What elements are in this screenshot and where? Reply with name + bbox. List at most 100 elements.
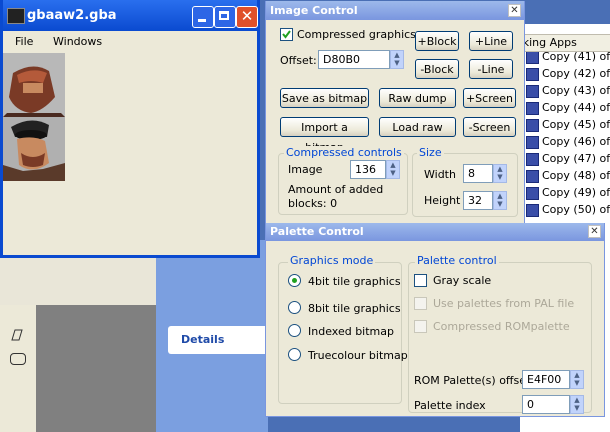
compressed-rom-palette-checkbox[interactable] bbox=[414, 320, 427, 333]
file-icon bbox=[526, 118, 539, 132]
file-list-item[interactable]: Copy (41) of g bbox=[526, 50, 610, 66]
added-blocks-count: blocks: 0 bbox=[288, 197, 338, 210]
file-list-item[interactable]: Copy (45) of g bbox=[526, 118, 610, 134]
palette-index-input[interactable]: 0 bbox=[522, 395, 570, 414]
close-icon: ✕ bbox=[590, 226, 599, 237]
option-8bit-tile-label: 8bit tile graphics bbox=[308, 302, 401, 315]
file-icon bbox=[526, 169, 539, 183]
file-icon bbox=[526, 203, 539, 217]
rom-offset-input[interactable]: E4F00 bbox=[522, 370, 570, 389]
down-arrow-icon: ▼ bbox=[497, 200, 503, 208]
width-input[interactable]: 8 bbox=[463, 164, 493, 183]
sprite-preview[interactable] bbox=[3, 53, 65, 181]
save-as-bitmap-button[interactable]: Save as bitmap bbox=[280, 88, 369, 108]
close-button[interactable]: ✕ bbox=[236, 6, 258, 28]
up-arrow-icon: ▲ bbox=[574, 396, 580, 404]
file-name: Copy (48) of g bbox=[542, 169, 610, 182]
image-control-title: Image Control bbox=[270, 4, 358, 17]
plus-screen-button[interactable]: +Screen bbox=[463, 88, 516, 108]
height-input[interactable]: 32 bbox=[463, 191, 493, 210]
palette-control-close-button[interactable]: ✕ bbox=[588, 225, 601, 238]
file-icon bbox=[526, 50, 539, 64]
width-label: Width bbox=[424, 168, 456, 181]
palette-control-titlebar[interactable]: Palette Control ✕ bbox=[266, 223, 604, 241]
gray-scale-label: Gray scale bbox=[433, 274, 492, 287]
minus-screen-button[interactable]: -Screen bbox=[463, 117, 516, 137]
file-name: Copy (50) of g bbox=[542, 203, 610, 216]
gray-scale-checkbox[interactable] bbox=[414, 274, 427, 287]
maximize-icon bbox=[219, 11, 229, 20]
radio-4bit-tile[interactable] bbox=[288, 274, 301, 287]
maximize-button[interactable] bbox=[214, 6, 236, 28]
use-pal-file-label: Use palettes from PAL file bbox=[433, 297, 575, 310]
offset-label: Offset: bbox=[280, 54, 317, 67]
option-indexed-bitmap-label: Indexed bitmap bbox=[308, 325, 394, 338]
image-control-titlebar[interactable]: Image Control ✕ bbox=[266, 1, 524, 20]
offset-input[interactable]: D80B0 bbox=[318, 50, 390, 69]
compressed-graphics-checkbox[interactable] bbox=[280, 28, 293, 41]
down-arrow-icon: ▼ bbox=[394, 59, 400, 67]
up-arrow-icon: ▲ bbox=[497, 165, 503, 173]
minus-line-button[interactable]: -Line bbox=[469, 59, 513, 79]
minimize-icon bbox=[198, 19, 206, 22]
file-icon bbox=[526, 135, 539, 149]
up-arrow-icon: ▲ bbox=[394, 51, 400, 59]
file-list-item[interactable]: Copy (42) of g bbox=[526, 67, 610, 83]
file-list-item[interactable]: Copy (48) of g bbox=[526, 169, 610, 185]
radio-indexed-bitmap[interactable] bbox=[288, 324, 301, 337]
menu-windows[interactable]: Windows bbox=[53, 35, 102, 48]
plus-line-button[interactable]: +Line bbox=[469, 31, 513, 51]
sprite-image bbox=[3, 53, 65, 181]
image-spinner[interactable]: ▲ ▼ bbox=[386, 160, 400, 179]
details-panel-header[interactable]: Details bbox=[168, 326, 268, 354]
radio-truecolour-bitmap[interactable] bbox=[288, 348, 301, 361]
rounded-rect-tool-icon[interactable] bbox=[10, 353, 26, 365]
file-list-item[interactable]: Copy (43) of g bbox=[526, 84, 610, 100]
up-arrow-icon: ▲ bbox=[497, 192, 503, 200]
parallelogram-tool-icon[interactable] bbox=[11, 329, 23, 341]
image-control-close-button[interactable]: ✕ bbox=[508, 4, 521, 17]
file-icon bbox=[526, 152, 539, 166]
option-truecolour-bitmap-label: Truecolour bitmap bbox=[308, 349, 408, 362]
menu-file[interactable]: File bbox=[15, 35, 33, 48]
plus-block-button[interactable]: +Block bbox=[415, 31, 459, 51]
load-raw-button[interactable]: Load raw bbox=[379, 117, 456, 137]
compressed-rom-palette-label: Compressed ROMpalette bbox=[433, 320, 570, 333]
gba-window-titlebar[interactable]: gbaaw2.gba ✕ bbox=[3, 0, 258, 31]
image-label: Image bbox=[288, 163, 323, 176]
file-icon bbox=[526, 84, 539, 98]
graphics-mode-title: Graphics mode bbox=[288, 254, 376, 267]
rom-offset-spinner[interactable]: ▲ ▼ bbox=[570, 370, 584, 389]
palette-index-spinner[interactable]: ▲ ▼ bbox=[570, 395, 584, 414]
file-list-item[interactable]: Copy (46) of g bbox=[526, 135, 610, 151]
file-name: Copy (44) of g bbox=[542, 101, 610, 114]
file-list-item[interactable]: Copy (47) of g bbox=[526, 152, 610, 168]
down-arrow-icon: ▼ bbox=[574, 404, 580, 412]
file-name: Copy (49) of g bbox=[542, 186, 610, 199]
height-spinner[interactable]: ▲ ▼ bbox=[493, 191, 507, 210]
image-input[interactable]: 136 bbox=[350, 160, 386, 179]
file-name: Copy (42) of g bbox=[542, 67, 610, 80]
minimize-button[interactable] bbox=[192, 6, 214, 28]
offset-spinner[interactable]: ▲ ▼ bbox=[390, 50, 404, 69]
palette-index-label: Palette index bbox=[414, 399, 486, 412]
close-icon: ✕ bbox=[510, 5, 519, 16]
raw-dump-button[interactable]: Raw dump bbox=[379, 88, 456, 108]
file-name: Copy (43) of g bbox=[542, 84, 610, 97]
use-pal-file-checkbox[interactable] bbox=[414, 297, 427, 310]
import-bitmap-button[interactable]: Import a bitmap bbox=[280, 117, 369, 154]
close-icon: ✕ bbox=[240, 7, 254, 25]
file-list-item[interactable]: Copy (49) of g bbox=[526, 186, 610, 202]
file-list-item[interactable]: Copy (44) of g bbox=[526, 101, 610, 117]
file-list-item[interactable]: Copy (50) of g bbox=[526, 203, 610, 219]
width-spinner[interactable]: ▲ ▼ bbox=[493, 164, 507, 183]
down-arrow-icon: ▼ bbox=[497, 173, 503, 181]
height-label: Height bbox=[424, 194, 461, 207]
file-name: Copy (45) of g bbox=[542, 118, 610, 131]
file-icon bbox=[526, 67, 539, 81]
palette-control-title: Palette Control bbox=[270, 225, 364, 238]
checkmark-icon bbox=[282, 30, 291, 39]
radio-8bit-tile[interactable] bbox=[288, 301, 301, 314]
minus-block-button[interactable]: -Block bbox=[415, 59, 459, 79]
image-control-window: Image Control ✕ Compressed graphics Offs… bbox=[265, 1, 525, 224]
